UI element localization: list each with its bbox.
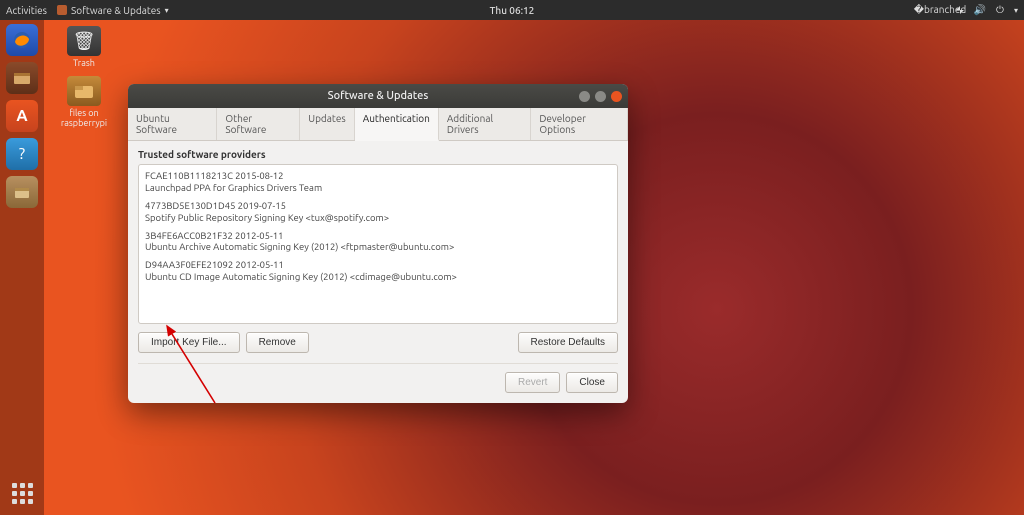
titlebar[interactable]: Software & Updates — [128, 84, 628, 108]
key-id: D94AA3F0EFE21092 2012-05-11 — [145, 259, 611, 271]
key-entry[interactable]: 3B4FE6ACC0B21F32 2012-05-11Ubuntu Archiv… — [139, 227, 617, 257]
restore-defaults-button[interactable]: Restore Defaults — [518, 332, 618, 353]
key-id: 3B4FE6ACC0B21F32 2012-05-11 — [145, 230, 611, 242]
key-description: Spotify Public Repository Signing Key <t… — [145, 212, 611, 224]
revert-button[interactable]: Revert — [505, 372, 560, 393]
app-menu[interactable]: Software & Updates ▾ — [57, 5, 169, 16]
chevron-down-icon: ▾ — [1014, 6, 1018, 15]
desktop: 🗑 Trash files on raspberrypi — [54, 26, 114, 128]
app-menu-label: Software & Updates — [71, 5, 161, 16]
dock-help[interactable]: ? — [6, 138, 38, 170]
key-entry[interactable]: 4773BD5E130D1D45 2019-07-15Spotify Publi… — [139, 197, 617, 227]
tab-other-software[interactable]: Other Software — [217, 108, 300, 140]
key-description: Ubuntu CD Image Automatic Signing Key (2… — [145, 271, 611, 283]
network-icon[interactable]: �branched — [934, 4, 946, 16]
tab-content-authentication: Trusted software providers FCAE110B11182… — [128, 141, 628, 403]
desktop-icon-label: Trash — [73, 58, 95, 68]
software-updates-icon — [57, 5, 67, 15]
window-minimize-button[interactable] — [579, 91, 590, 102]
desktop-icon-remote-files[interactable]: files on raspberrypi — [54, 76, 114, 128]
import-key-button[interactable]: Import Key File... — [138, 332, 240, 353]
trash-icon: 🗑 — [67, 26, 101, 56]
tab-bar: Ubuntu SoftwareOther SoftwareUpdatesAuth… — [128, 108, 628, 141]
dock-files[interactable] — [6, 62, 38, 94]
dock-firefox[interactable] — [6, 24, 38, 56]
tab-additional-drivers[interactable]: Additional Drivers — [439, 108, 532, 140]
window-close-button[interactable] — [611, 91, 622, 102]
window-maximize-button[interactable] — [595, 91, 606, 102]
window-title: Software & Updates — [328, 90, 429, 102]
chevron-down-icon: ▾ — [165, 6, 169, 15]
close-button[interactable]: Close — [566, 372, 618, 393]
desktop-icon-trash[interactable]: 🗑 Trash — [54, 26, 114, 68]
dock-software[interactable]: A — [6, 100, 38, 132]
section-label: Trusted software providers — [138, 149, 618, 160]
clock[interactable]: Thu 06:12 — [490, 5, 535, 16]
key-description: Launchpad PPA for Graphics Drivers Team — [145, 182, 611, 194]
remove-key-button[interactable]: Remove — [246, 332, 309, 353]
dock-archive[interactable] — [6, 176, 38, 208]
key-entry[interactable]: FCAE110B1118213C 2015-08-12Launchpad PPA… — [139, 167, 617, 197]
tab-authentication[interactable]: Authentication — [355, 108, 439, 141]
activities-button[interactable]: Activities — [6, 5, 47, 16]
desktop-icon-label: files on raspberrypi — [54, 108, 114, 128]
show-applications-button[interactable] — [6, 477, 38, 509]
trusted-keys-list[interactable]: FCAE110B1118213C 2015-08-12Launchpad PPA… — [138, 164, 618, 324]
volume-icon[interactable]: 🔊 — [974, 4, 986, 16]
tab-ubuntu-software[interactable]: Ubuntu Software — [128, 108, 217, 140]
key-id: 4773BD5E130D1D45 2019-07-15 — [145, 200, 611, 212]
tab-updates[interactable]: Updates — [300, 108, 354, 140]
folder-remote-icon — [67, 76, 101, 106]
network-icon[interactable] — [954, 4, 966, 16]
dock: A ? — [0, 20, 44, 515]
key-id: FCAE110B1118213C 2015-08-12 — [145, 170, 611, 182]
top-panel: Activities Software & Updates ▾ Thu 06:1… — [0, 0, 1024, 20]
software-updates-window: Software & Updates Ubuntu SoftwareOther … — [128, 84, 628, 403]
key-entry[interactable]: D94AA3F0EFE21092 2012-05-11Ubuntu CD Ima… — [139, 256, 617, 286]
key-description: Ubuntu Archive Automatic Signing Key (20… — [145, 241, 611, 253]
tab-developer-options[interactable]: Developer Options — [531, 108, 628, 140]
power-icon[interactable]: ⏻ — [994, 4, 1006, 16]
